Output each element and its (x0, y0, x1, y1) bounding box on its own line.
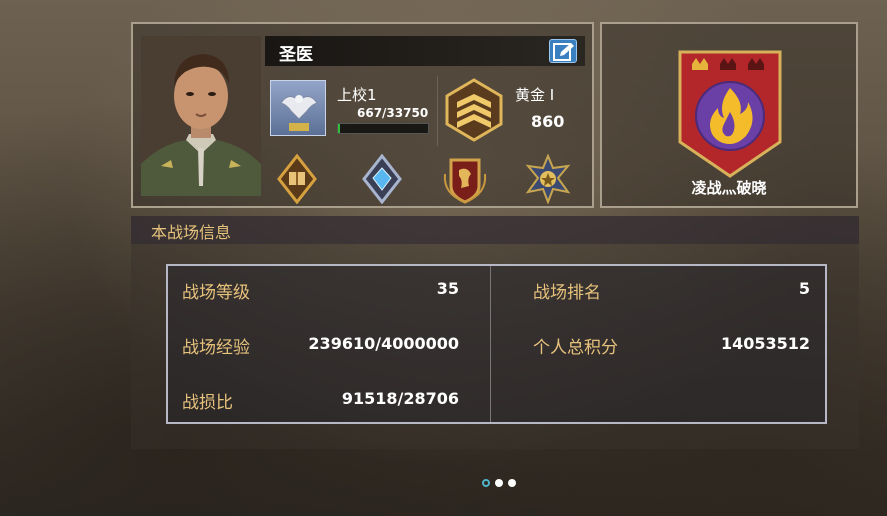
stat-label-battlefield-level: 战场等级 (182, 283, 250, 303)
stat-label-battlefield-rank: 战场排名 (533, 283, 601, 303)
tier-name: 黄金 I (515, 86, 555, 104)
tier-badge (443, 78, 505, 142)
tier-score: 860 (531, 112, 565, 131)
page-dot[interactable] (482, 479, 490, 487)
stat-value-battlefield-level: 35 (436, 279, 459, 298)
clan-name: 凌战灬破晓 (691, 179, 767, 197)
stat-value-kill-loss-ratio: 91518/28706 (341, 389, 459, 408)
stat-label-total-score: 个人总积分 (533, 338, 618, 358)
rank-insignia (270, 80, 326, 136)
battlefield-info-header: 本战场信息 (131, 216, 859, 244)
clan-banner[interactable] (678, 50, 782, 180)
colonel-eagle-icon (280, 95, 318, 131)
battlefield-info-title: 本战场信息 (151, 223, 232, 242)
lion-medal-icon (443, 158, 487, 204)
star-medal-icon (525, 153, 571, 205)
gold-chevron-badge-icon (445, 78, 503, 142)
flame-crest-icon (678, 50, 782, 178)
medal-star[interactable] (524, 153, 572, 205)
battlefield-stats-table: 战场等级 35 战场排名 5 战场经验 239610/4000000 个人总积分… (166, 264, 827, 424)
medal-lion[interactable] (441, 154, 489, 204)
stat-label-kill-loss-ratio: 战损比 (182, 393, 233, 413)
stats-column-divider (490, 266, 491, 422)
rank-name: 上校1 (337, 86, 377, 104)
experience-text: 667/33750 (357, 106, 429, 120)
medal-book[interactable] (273, 153, 321, 205)
divider (437, 76, 438, 146)
player-avatar[interactable] (141, 36, 261, 196)
player-name-bar: 圣医 (265, 36, 585, 66)
page-dot[interactable] (508, 479, 516, 487)
stat-value-battlefield-rank: 5 (798, 279, 810, 298)
page-dot[interactable] (495, 479, 503, 487)
player-profile-panel: 圣医 上校1 667/33750 黄金 I 860 (131, 22, 594, 208)
soldier-portrait-icon (141, 36, 261, 196)
experience-bar (337, 123, 429, 134)
diamond-medal-icon (362, 153, 402, 205)
book-medal-icon (277, 153, 317, 205)
player-name: 圣医 (279, 45, 313, 65)
experience-bar-fill (338, 124, 340, 133)
edit-icon (553, 43, 574, 61)
stat-label-battlefield-exp: 战场经验 (182, 338, 250, 358)
stat-value-total-score: 14053512 (720, 334, 810, 353)
edit-name-button[interactable] (549, 39, 577, 63)
clan-panel[interactable]: 凌战灬破晓 (600, 22, 858, 208)
page-indicator (482, 479, 522, 489)
medal-diamond[interactable] (358, 153, 406, 205)
stat-value-battlefield-exp: 239610/4000000 (308, 334, 459, 353)
